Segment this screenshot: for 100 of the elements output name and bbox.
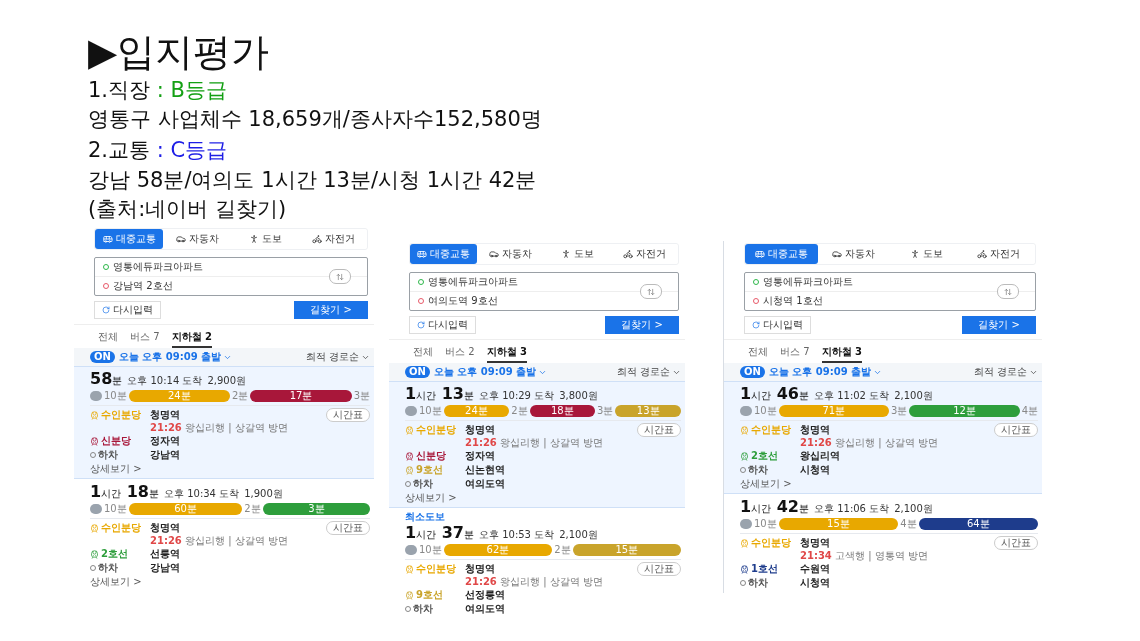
alight-label: 하차 — [405, 602, 465, 616]
alight-label: 하차 — [740, 463, 800, 477]
station-name: 청명역 — [800, 423, 831, 437]
line-name: 2호선 — [90, 547, 150, 561]
details-link[interactable]: 상세보기 > — [90, 575, 142, 589]
swap-button[interactable] — [329, 269, 351, 284]
search-button[interactable]: 길찾기 > — [962, 316, 1036, 334]
ride-segment: 3분 — [262, 502, 370, 515]
ride-segment: 18분 — [529, 404, 596, 417]
sort-dropdown[interactable]: 최적 경로순 — [305, 350, 370, 364]
toggle-badge[interactable]: ON — [740, 366, 765, 378]
train-detail: 21:26 왕십리행 | 상갈역 방면 — [799, 437, 939, 449]
train-icon — [405, 465, 414, 475]
travel-time: 1시간 18분 — [90, 482, 159, 501]
reset-button[interactable]: 다시입력 — [744, 316, 811, 334]
transport-mode-tab[interactable]: 대중교통 — [95, 229, 163, 249]
details-link[interactable]: 상세보기 > — [405, 491, 457, 505]
arrival-time: 오후 10:14 도착 — [127, 374, 203, 388]
train-icon — [740, 451, 749, 461]
station-name: 청명역 — [465, 562, 496, 576]
details-link[interactable]: 상세보기 > — [90, 462, 142, 476]
toggle-badge[interactable]: ON — [405, 366, 430, 378]
station-name: 청명역 — [150, 521, 181, 535]
ride-segment: 24분 — [443, 404, 510, 417]
swap-icon — [336, 272, 344, 281]
result-tab[interactable]: 전체 — [413, 345, 433, 363]
line-name: 수인분당 — [405, 423, 465, 437]
train-icon — [740, 564, 749, 574]
result-tab[interactable]: 전체 — [98, 330, 118, 348]
departure-time[interactable]: 오늘 오후 09:09 출발 — [433, 365, 548, 379]
ride-segment: 15분 — [778, 517, 899, 530]
transport-mode-tab[interactable]: 대중교통 — [410, 244, 477, 264]
walk-duration: 10분 — [90, 501, 127, 516]
reset-button[interactable]: 다시입력 — [94, 301, 161, 319]
bicycle-icon — [311, 234, 322, 244]
result-tab[interactable]: 버스 7 — [130, 330, 160, 348]
timetable-button[interactable]: 시간표 — [637, 423, 681, 437]
station-name: 정자역 — [150, 434, 181, 448]
sort-dropdown[interactable]: 최적 경로순 — [973, 365, 1038, 379]
result-tab[interactable]: 버스 2 — [445, 345, 475, 363]
route-card[interactable]: 1시간 46분 오후 11:02 도착 2,100원 10분 71분 3분 12분 4분 수인분당 청명역 시간표 21:26 왕십리행 | 상갈역 방면 2호선 왕십리역 하차 시청역 상세보기 > — [724, 381, 1042, 494]
station-name: 시청역 — [800, 576, 831, 590]
search-button[interactable]: 길찾기 > — [294, 301, 368, 319]
train-detail: 21:26 왕십리행 | 상갈역 방면 — [149, 422, 289, 434]
line-name: 1호선 — [740, 562, 800, 576]
fare: 2,100원 — [894, 502, 933, 516]
walk-duration: 10분 — [740, 403, 777, 418]
refresh-icon — [417, 321, 425, 329]
station-name: 수원역 — [800, 562, 831, 576]
details-link[interactable]: 상세보기 > — [740, 477, 792, 491]
travel-time: 1시간 42분 — [740, 497, 809, 516]
origin-field[interactable]: 영통에듀파크아파트 — [410, 273, 678, 291]
arrival-time: 오후 10:53 도착 — [479, 528, 555, 542]
fare: 3,800원 — [559, 389, 598, 403]
origin-field[interactable]: 영통에듀파크아파트 — [95, 258, 367, 276]
transfer-duration: 2분 — [554, 542, 571, 557]
swap-icon — [1004, 287, 1012, 296]
route-input-box[interactable]: 영통에듀파크아파트 여의도역 9호선 — [409, 272, 679, 311]
timetable-button[interactable]: 시간표 — [637, 562, 681, 576]
transfer-duration: 3분 — [597, 403, 614, 418]
transfer-duration: 2분 — [511, 403, 528, 418]
train-icon — [405, 590, 414, 600]
station-name: 신논현역 — [465, 463, 506, 477]
swap-button[interactable] — [997, 284, 1019, 299]
slide-text: 강남 58분/여의도 1시간 13분/시청 1시간 42분 — [88, 167, 538, 194]
search-button[interactable]: 길찾기 > — [605, 316, 679, 334]
station-name: 여의도역 — [465, 477, 506, 491]
result-tab[interactable]: 버스 7 — [780, 345, 810, 363]
slide-text: 1.직장 : B등급 — [88, 77, 228, 104]
slide-text: 영통구 사업체수 18,659개/종사자수152,580명 — [88, 106, 543, 133]
timetable-button[interactable]: 시간표 — [326, 408, 370, 422]
result-tab[interactable]: 전체 — [748, 345, 768, 363]
travel-time: 58분 — [90, 369, 123, 388]
timetable-button[interactable]: 시간표 — [326, 521, 370, 535]
ride-segment: 24분 — [128, 389, 230, 402]
origin-field[interactable]: 영통에듀파크아파트 — [745, 273, 1035, 291]
departure-time[interactable]: 오늘 오후 09:09 출발 — [118, 350, 233, 364]
sort-dropdown[interactable]: 최적 경로순 — [616, 365, 681, 379]
route-input-box[interactable]: 영통에듀파크아파트 시청역 1호선 — [744, 272, 1036, 311]
toggle-badge[interactable]: ON — [90, 351, 115, 363]
reset-button[interactable]: 다시입력 — [409, 316, 476, 334]
route-card[interactable]: 1시간 13분 오후 10:29 도착 3,800원 10분 24분 2분 18분 3분 13분 수인분당 청명역 시간표 21:26 왕십리행 | 상갈역 방면 신분당 정자역 9호선 신논현역 하차 여의도역 상세보기 > — [389, 381, 685, 508]
slide-title: ▶입지평가 — [88, 29, 271, 76]
timetable-button[interactable]: 시간표 — [994, 536, 1038, 550]
ride-segment: 62분 — [443, 543, 553, 556]
transport-mode-tab[interactable]: 대중교통 — [745, 244, 818, 264]
slide-text: (출처:네이버 길찾기) — [88, 196, 288, 223]
car-icon — [175, 234, 186, 244]
train-icon — [405, 425, 414, 435]
route-input-box[interactable]: 영통에듀파크아파트 강남역 2호선 — [94, 257, 368, 296]
fare: 2,100원 — [559, 528, 598, 542]
line-name: 신분당 — [90, 434, 150, 448]
walk-duration: 10분 — [405, 403, 442, 418]
timetable-button[interactable]: 시간표 — [994, 423, 1038, 437]
walking-person-icon — [909, 249, 920, 259]
swap-button[interactable] — [640, 284, 662, 299]
car-icon — [489, 249, 499, 259]
route-card[interactable]: 58분 오후 10:14 도착 2,900원 10분 24분 2분 17분 3분 수인분당 청명역 시간표 21:26 왕십리행 | 상갈역 방면 신분당 정자역 하차 강남역 상세보기 > — [74, 366, 374, 479]
departure-time[interactable]: 오늘 오후 09:09 출발 — [768, 365, 883, 379]
transfer-duration: 4분 — [900, 516, 917, 531]
